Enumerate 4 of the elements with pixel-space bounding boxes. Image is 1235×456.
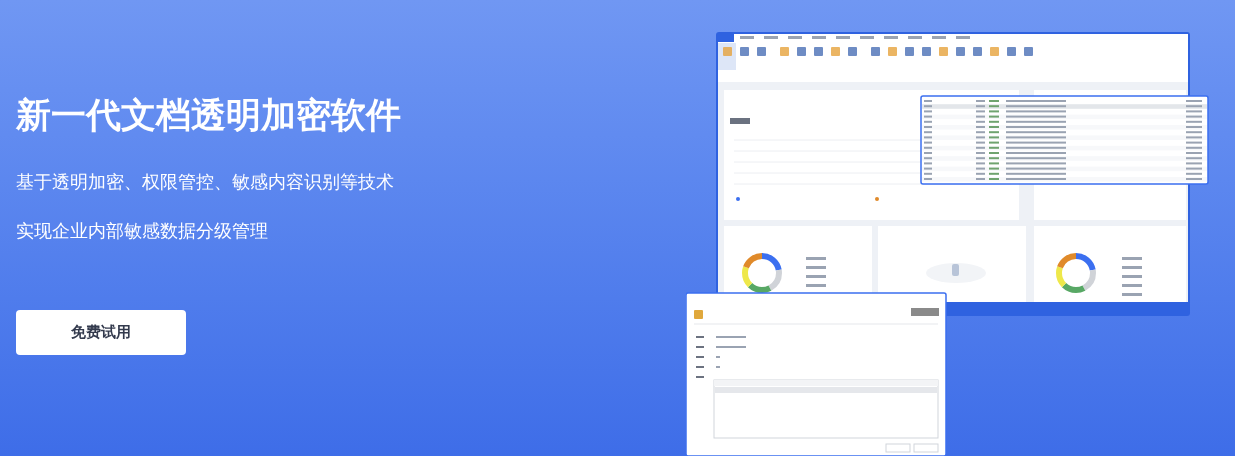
hero-subtitle: 实现企业内部敏感数据分级管理: [16, 219, 269, 242]
free-trial-button[interactable]: 免费试用: [16, 310, 186, 355]
hero-title: 新一代文档透明加密软件: [16, 94, 402, 137]
hero-subtitle: 基于透明加密、权限管控、敏感内容识别等技术: [16, 170, 395, 193]
